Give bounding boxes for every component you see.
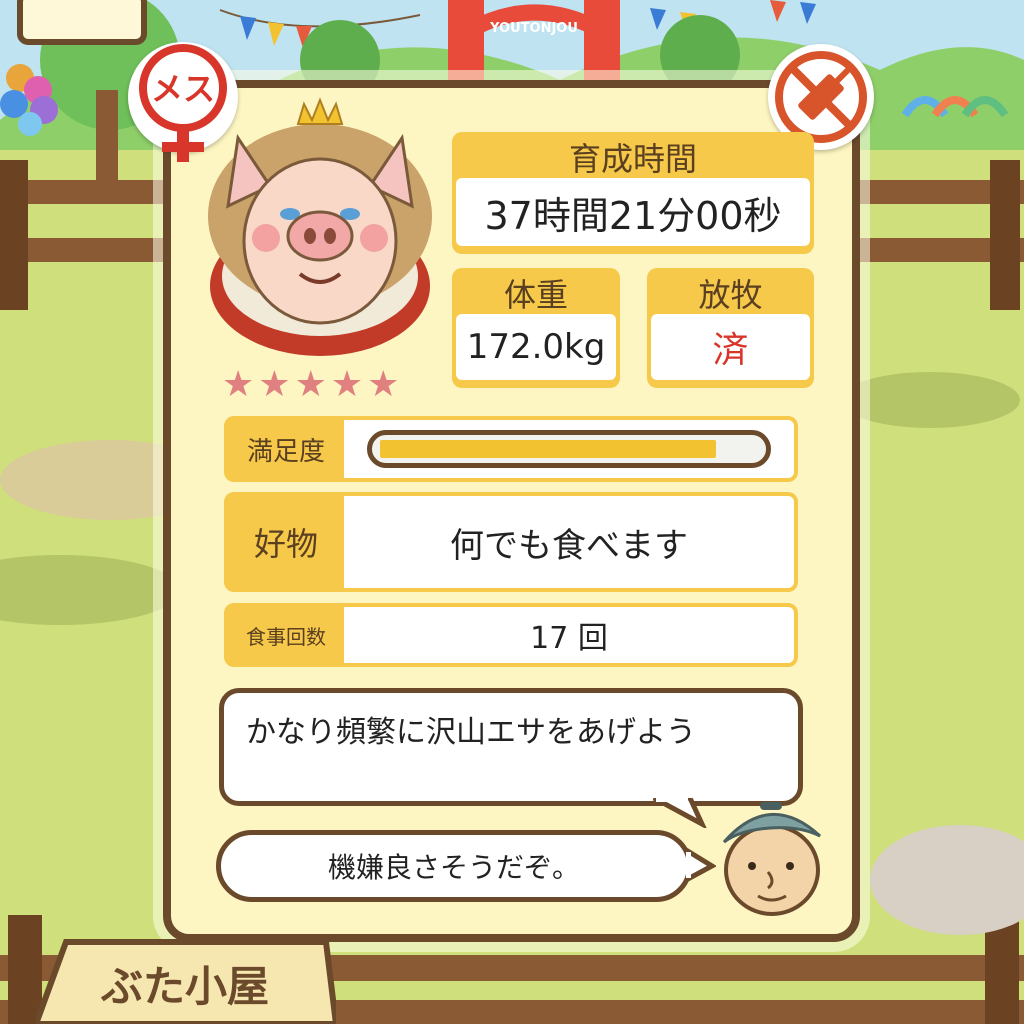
growth-time-box: 育成時間 37時間21分00秒 xyxy=(452,132,814,254)
grazing-box: 放牧 済 xyxy=(647,268,814,388)
meal-count-value: 17 回 xyxy=(344,607,794,663)
satisfaction-bar xyxy=(367,430,771,468)
favorite-food-value: 何でも食べます xyxy=(344,496,794,588)
favorite-food-row: 好物 何でも食べます xyxy=(224,492,798,592)
satisfaction-label: 満足度 xyxy=(246,436,325,467)
mood-text: 機嫌良さそうだぞ。 xyxy=(327,851,580,884)
rating-star: ★ xyxy=(294,364,327,405)
growth-time-label: 育成時間 xyxy=(568,140,697,178)
mood-bubble: 機嫌良さそうだぞ。 xyxy=(216,830,692,902)
rating-star: ★ xyxy=(367,364,400,405)
gate-banner-text: YOUTONJOU xyxy=(489,21,578,36)
favorite-food-label: 好物 xyxy=(253,525,318,563)
rating-star: ★ xyxy=(330,364,364,405)
advice-text: かなり頻繁に沢山エサをあげよう xyxy=(246,715,696,750)
pig-rating: ★ ★ ★ ★ ★ xyxy=(222,366,432,404)
growth-time-value: 37時間21分00秒 xyxy=(456,178,810,246)
weight-box: 体重 172.0kg xyxy=(452,268,620,388)
weight-label: 体重 xyxy=(503,276,568,314)
satisfaction-row: 満足度 xyxy=(224,416,798,482)
pig-portrait xyxy=(208,97,432,356)
satisfaction-bar-fill xyxy=(380,440,717,458)
meal-count-label: 食事回数 xyxy=(246,624,326,649)
advice-bubble: かなり頻繁に沢山エサをあげよう xyxy=(219,688,803,806)
satisfaction-cell xyxy=(344,420,794,478)
pig-house-label: ぶた小屋 xyxy=(100,961,269,1011)
advice-bubble-tail xyxy=(652,798,707,828)
grazing-value: 済 xyxy=(651,314,810,380)
weight-value: 172.0kg xyxy=(456,314,616,380)
farmer-avatar xyxy=(722,802,822,916)
grazing-label: 放牧 xyxy=(698,276,763,314)
meal-count-row: 食事回数 17 回 xyxy=(224,603,798,667)
rating-star: ★ xyxy=(222,364,255,405)
rating-star: ★ xyxy=(258,364,291,405)
